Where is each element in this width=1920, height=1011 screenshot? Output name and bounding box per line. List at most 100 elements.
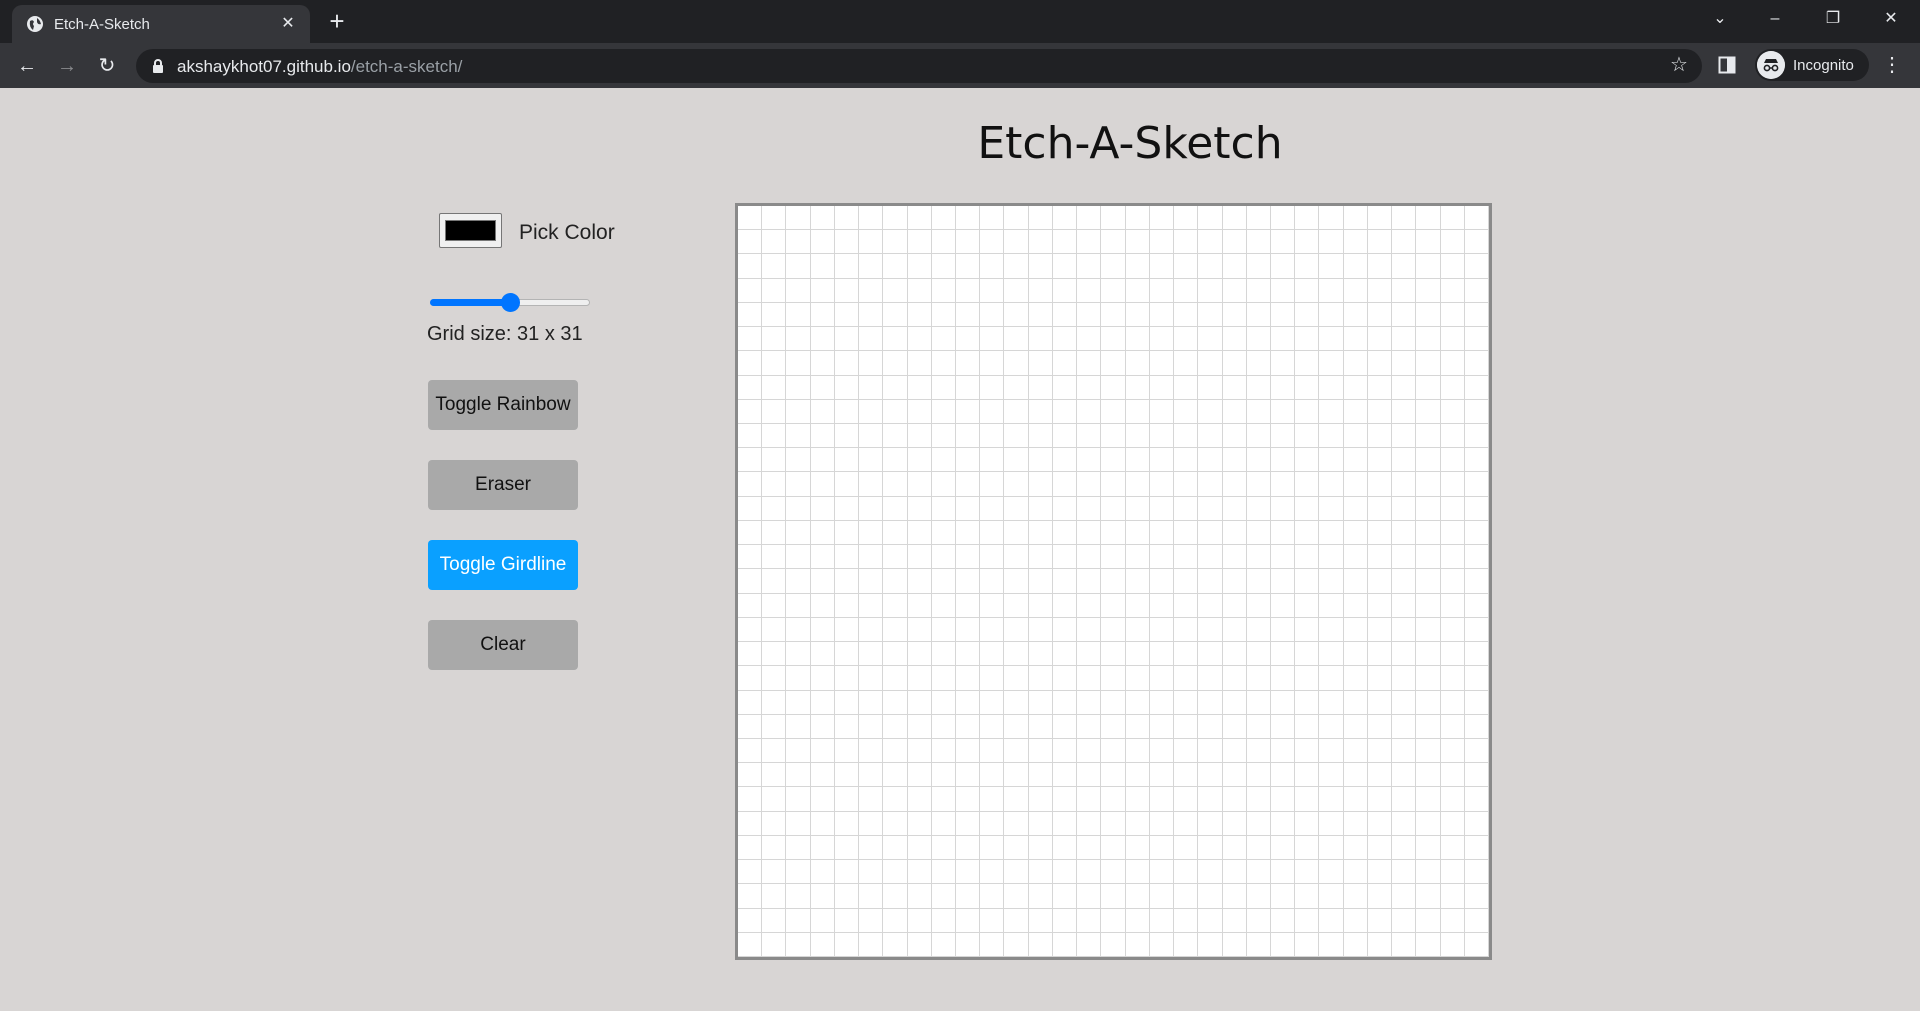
grid-cell[interactable] xyxy=(1028,860,1053,885)
grid-cell[interactable] xyxy=(1198,424,1223,449)
grid-cell[interactable] xyxy=(1440,302,1465,328)
grid-cell[interactable] xyxy=(762,738,787,764)
grid-cell[interactable] xyxy=(1101,763,1126,788)
grid-cell[interactable] xyxy=(1319,617,1344,643)
grid-cell[interactable] xyxy=(1367,787,1393,812)
grid-cell[interactable] xyxy=(1101,617,1126,643)
minimize-icon[interactable]: – xyxy=(1760,6,1790,32)
grid-cell[interactable] xyxy=(1174,545,1199,570)
grid-cell[interactable] xyxy=(907,448,932,473)
grid-cell[interactable] xyxy=(1392,302,1417,328)
grid-cell[interactable] xyxy=(1343,206,1368,231)
grid-cell[interactable] xyxy=(1004,448,1029,473)
grid-cell[interactable] xyxy=(1174,642,1199,667)
grid-cell[interactable] xyxy=(834,642,860,667)
grid-cell[interactable] xyxy=(786,569,811,594)
grid-cell[interactable] xyxy=(1416,763,1441,788)
grid-cell[interactable] xyxy=(1392,835,1417,861)
grid-cell[interactable] xyxy=(859,278,884,303)
grid-cell[interactable] xyxy=(1440,593,1465,618)
grid-cell[interactable] xyxy=(1343,593,1368,618)
grid-cell[interactable] xyxy=(1295,545,1320,570)
grid-cell[interactable] xyxy=(1464,835,1489,861)
grid-cell[interactable] xyxy=(1295,860,1320,885)
grid-cell[interactable] xyxy=(859,908,884,933)
grid-cell[interactable] xyxy=(834,932,860,957)
grid-cell[interactable] xyxy=(1125,206,1150,231)
grid-cell[interactable] xyxy=(762,206,787,231)
grid-cell[interactable] xyxy=(907,472,932,497)
grid-cell[interactable] xyxy=(859,569,884,594)
grid-cell[interactable] xyxy=(1367,690,1393,715)
grid-cell[interactable] xyxy=(834,884,860,909)
grid-cell[interactable] xyxy=(1270,375,1296,400)
grid-cell[interactable] xyxy=(1440,520,1465,546)
grid-cell[interactable] xyxy=(956,787,981,812)
toggle-gridline-button[interactable]: Toggle Girdline xyxy=(428,540,578,590)
grid-cell[interactable] xyxy=(1392,811,1417,836)
grid-cell[interactable] xyxy=(883,593,908,618)
grid-cell[interactable] xyxy=(907,424,932,449)
grid-cell[interactable] xyxy=(1125,254,1150,279)
grid-cell[interactable] xyxy=(1174,302,1199,328)
grid-cell[interactable] xyxy=(1416,690,1441,715)
grid-cell[interactable] xyxy=(786,690,811,715)
browser-tab[interactable]: Etch-A-Sketch ✕ xyxy=(12,5,310,43)
grid-cell[interactable] xyxy=(1270,690,1296,715)
grid-cell[interactable] xyxy=(907,908,932,933)
grid-cell[interactable] xyxy=(1077,399,1102,425)
grid-cell[interactable] xyxy=(907,230,932,255)
grid-cell[interactable] xyxy=(1174,714,1199,739)
grid-cell[interactable] xyxy=(1052,278,1078,303)
grid-cell[interactable] xyxy=(1416,448,1441,473)
grid-cell[interactable] xyxy=(907,835,932,861)
grid-cell[interactable] xyxy=(1149,860,1175,885)
grid-cell[interactable] xyxy=(762,424,787,449)
grid-cell[interactable] xyxy=(907,617,932,643)
grid-cell[interactable] xyxy=(1077,860,1102,885)
grid-cell[interactable] xyxy=(1246,206,1271,231)
grid-cell[interactable] xyxy=(883,666,908,691)
grid-cell[interactable] xyxy=(1319,690,1344,715)
grid-cell[interactable] xyxy=(1125,908,1150,933)
grid-cell[interactable] xyxy=(1101,787,1126,812)
grid-cell[interactable] xyxy=(1101,520,1126,546)
grid-cell[interactable] xyxy=(956,811,981,836)
grid-cell[interactable] xyxy=(1198,932,1223,957)
grid-cell[interactable] xyxy=(1198,617,1223,643)
grid-cell[interactable] xyxy=(1198,642,1223,667)
grid-cell[interactable] xyxy=(907,327,932,352)
grid-cell[interactable] xyxy=(1004,690,1029,715)
grid-cell[interactable] xyxy=(1198,787,1223,812)
grid-cell[interactable] xyxy=(786,472,811,497)
grid-cell[interactable] xyxy=(1028,472,1053,497)
grid-cell[interactable] xyxy=(1028,375,1053,400)
grid-cell[interactable] xyxy=(980,302,1005,328)
grid-cell[interactable] xyxy=(1125,351,1150,376)
grid-cell[interactable] xyxy=(1270,278,1296,303)
grid-cell[interactable] xyxy=(1295,617,1320,643)
grid-cell[interactable] xyxy=(859,642,884,667)
grid-cell[interactable] xyxy=(1392,351,1417,376)
grid-cell[interactable] xyxy=(1174,593,1199,618)
grid-cell[interactable] xyxy=(1440,278,1465,303)
grid-cell[interactable] xyxy=(762,666,787,691)
grid-cell[interactable] xyxy=(1149,424,1175,449)
grid-cell[interactable] xyxy=(1222,520,1247,546)
grid-cell[interactable] xyxy=(1440,666,1465,691)
grid-cell[interactable] xyxy=(1028,932,1053,957)
grid-cell[interactable] xyxy=(980,206,1005,231)
grid-cell[interactable] xyxy=(1101,230,1126,255)
grid-cell[interactable] xyxy=(1464,617,1489,643)
grid-cell[interactable] xyxy=(1416,520,1441,546)
grid-cell[interactable] xyxy=(1343,448,1368,473)
grid-cell[interactable] xyxy=(738,254,763,279)
grid-cell[interactable] xyxy=(1149,206,1175,231)
grid-cell[interactable] xyxy=(1052,787,1078,812)
grid-cell[interactable] xyxy=(762,763,787,788)
grid-cell[interactable] xyxy=(859,666,884,691)
grid-cell[interactable] xyxy=(1052,472,1078,497)
grid-cell[interactable] xyxy=(834,690,860,715)
grid-cell[interactable] xyxy=(907,399,932,425)
grid-cell[interactable] xyxy=(738,569,763,594)
